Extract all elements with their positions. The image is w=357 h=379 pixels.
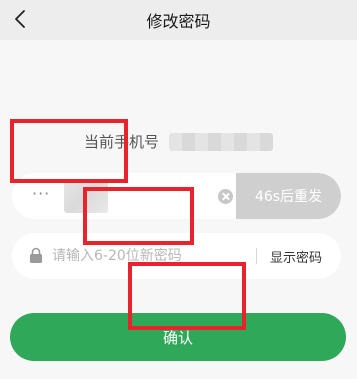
resend-button[interactable]: 46s后重发 [236,173,341,219]
clear-circle-icon[interactable] [218,189,233,204]
divider [256,248,257,264]
new-password-field: 显示密码 [12,233,341,279]
main-content: 当前手机号 ··· 46s后重发 显示密码 确认 [0,40,357,379]
confirm-button-label: 确认 [162,328,193,347]
page-title: 修改密码 [146,12,211,31]
current-phone-label: 当前手机号 [83,133,159,151]
verification-code-field[interactable]: ··· 46s后重发 [12,173,341,219]
show-password-toggle[interactable]: 显示密码 [270,247,322,266]
verification-code-obscured [64,179,108,213]
nav-bar: 修改密码 [0,0,357,40]
confirm-button[interactable]: 确认 [10,313,346,361]
current-phone-masked [169,132,273,151]
current-phone-row: 当前手机号 [0,131,357,152]
verification-code-value: ··· [32,184,51,203]
new-password-input[interactable] [52,244,242,268]
lock-icon [30,247,42,263]
